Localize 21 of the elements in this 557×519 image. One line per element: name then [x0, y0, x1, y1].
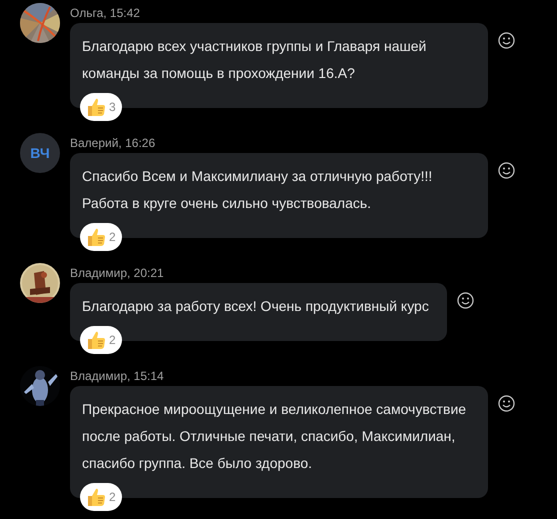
reaction-button[interactable]: 2	[80, 223, 122, 251]
author-time: Владимир, 20:21	[70, 265, 165, 281]
reaction-button[interactable]: 3	[80, 93, 122, 121]
thumbs-up-icon	[86, 487, 106, 507]
emoji-icon[interactable]	[456, 292, 474, 309]
reaction-button[interactable]: 2	[80, 326, 122, 354]
author-time: Владимир, 15:14	[70, 368, 165, 384]
author-time: Ольга, 15:42	[70, 5, 141, 21]
thumbs-up-icon	[86, 97, 106, 117]
thumbs-up-icon	[86, 227, 106, 247]
author-time: Валерий, 16:26	[70, 135, 156, 151]
message-text: Благодарю за работу всех! Очень продуктивный курс	[82, 297, 430, 316]
emoji-icon[interactable]	[498, 32, 515, 49]
reaction-button[interactable]: 2	[80, 483, 122, 511]
thumbs-up-icon	[86, 330, 106, 350]
emoji-icon[interactable]	[498, 162, 515, 179]
emoji-icon[interactable]	[498, 395, 515, 412]
message-text: Прекрасное мироощущение и великолепное самочувствие после работы. Отличные печати, спасибо, Максимилиан, спасибо группа. Все было здорово.	[82, 400, 468, 473]
message-text: Спасибо Всем и Максимилиану за отличную работу!!! Работа в круге очень сильно чувствовалась.	[82, 167, 434, 213]
message-text: Благодарю всех участников группы и Главаря нашей команды за помощь в прохождении 16.А?	[82, 37, 428, 83]
avatar: ВЧ	[20, 133, 60, 173]
